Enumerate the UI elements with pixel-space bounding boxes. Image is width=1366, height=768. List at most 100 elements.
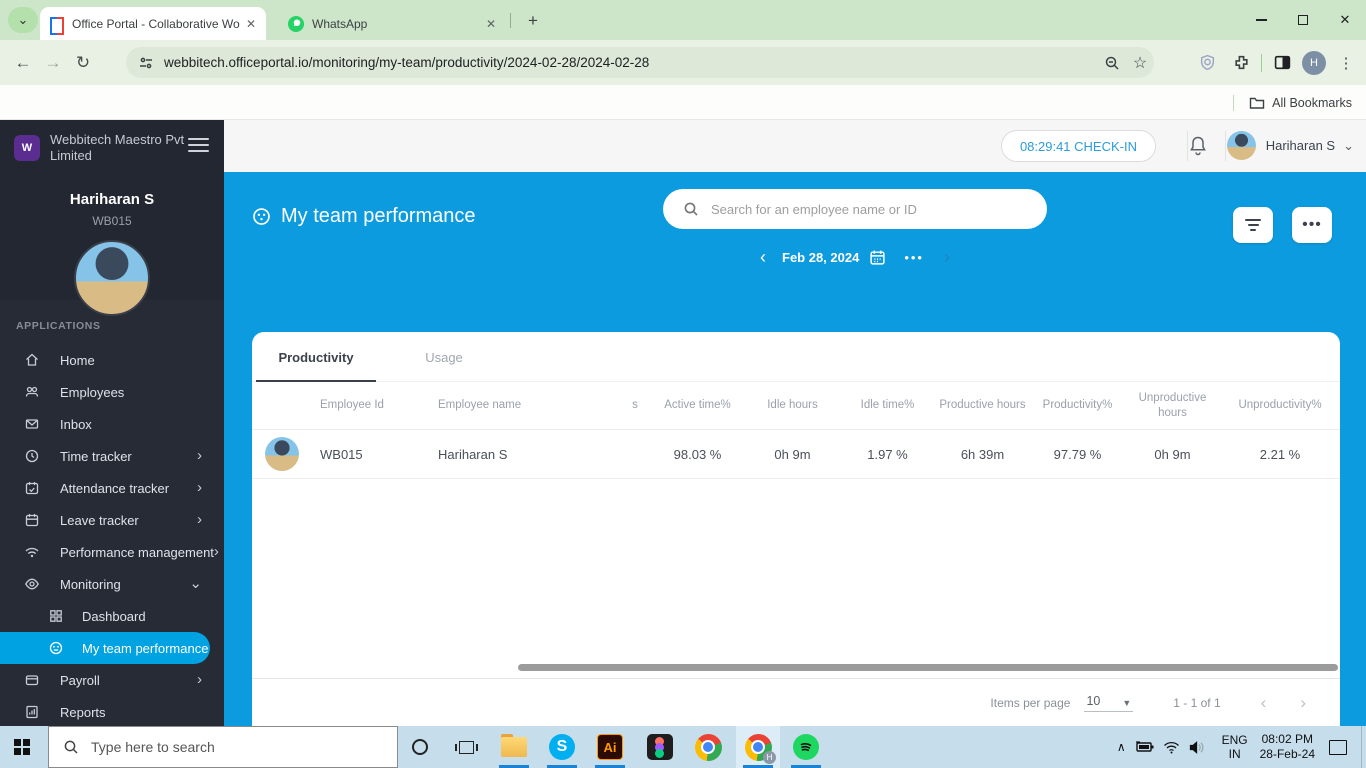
language-indicator[interactable]: ENGIN [1222,733,1248,761]
employee-search-input[interactable] [711,202,1031,217]
sidebar-item-label: Leave tracker [60,513,197,528]
sidebar-toggle-button[interactable] [188,138,209,156]
illustrator-icon: Ai [597,734,623,760]
cell-productivity: 97.79 % [1030,447,1125,462]
spotify-button[interactable] [784,726,828,768]
figma-button[interactable] [638,726,682,768]
sidebar-item-payroll[interactable]: Payroll › [0,664,224,696]
taskbar-clock[interactable]: 08:02 PM28-Feb-24 [1260,732,1315,762]
site-info-icon[interactable] [138,55,154,71]
extensions-icon[interactable] [1227,49,1255,77]
cell-employee-name: Hariharan S [430,447,620,462]
chrome-button[interactable] [686,726,730,768]
page-title: My team performance [281,205,476,228]
calendar-icon[interactable] [869,249,886,266]
sidebar-item-my-team-performance[interactable]: My team performance [0,632,210,664]
horizontal-scrollbar-thumb[interactable] [518,664,1338,671]
cell-idle-time: 1.97 % [840,447,935,462]
bookmark-star-icon[interactable]: ☆ [1126,49,1154,77]
tray-chevron-up-icon[interactable]: ∧ [1117,740,1126,754]
address-bar[interactable]: webbitech.officeportal.io/monitoring/my-… [126,47,1154,78]
sidebar-item-attendance-tracker[interactable]: Attendance tracker › [0,472,224,504]
items-per-page-select[interactable]: 10 ▼ [1084,694,1133,712]
browser-menu-icon[interactable]: ⋮ [1332,49,1360,77]
tab-usage[interactable]: Usage [380,332,508,382]
sidebar-item-reports[interactable]: Reports [0,696,224,726]
company-brand: W Webbitech Maestro Pvt Limited [14,132,190,164]
forward-button[interactable]: → [38,48,68,78]
sidebar-item-label: Inbox [60,417,224,432]
search-icon [683,201,699,217]
notifications-bell-icon[interactable] [1188,135,1208,157]
sidebar-item-label: Home [60,353,224,368]
tab-search-button[interactable]: ⌄ [8,7,38,33]
previous-day-button[interactable]: ‹ [760,248,766,266]
taskbar-search [48,726,398,768]
zoom-icon[interactable] [1098,49,1126,77]
privacy-shield-icon[interactable] [1193,49,1221,77]
sidebar-item-performance-management[interactable]: Performance management › [0,536,224,568]
action-center-icon[interactable] [1329,740,1347,755]
date-navigator: ‹ Feb 28, 2024 ••• › [663,246,1047,268]
all-bookmarks-button[interactable]: All Bookmarks [1233,85,1352,120]
chevron-right-icon: › [197,515,202,525]
sidebar-item-employees[interactable]: Employees [0,376,224,408]
task-view-button[interactable] [444,726,488,768]
selected-date: Feb 28, 2024 [782,250,859,265]
filter-button[interactable] [1233,207,1273,243]
sidebar-item-home[interactable]: Home [0,344,224,376]
file-explorer-button[interactable] [492,726,536,768]
sidebar-item-leave-tracker[interactable]: Leave tracker › [0,504,224,536]
skype-button[interactable]: S [540,726,584,768]
sidebar-user-avatar[interactable] [74,240,150,316]
window-minimize-button[interactable] [1240,0,1282,40]
sidebar-item-time-tracker[interactable]: Time tracker › [0,440,224,472]
cell-idle-hours: 0h 9m [745,447,840,462]
illustrator-button[interactable]: Ai [588,726,632,768]
next-day-button[interactable]: › [944,248,950,266]
tab-close-icon[interactable]: ✕ [486,17,496,31]
tab-close-icon[interactable]: ✕ [246,17,256,31]
column-header-truncated: s [620,398,650,412]
page-title-block: My team performance [252,205,476,228]
window-close-button[interactable]: ✕ [1324,0,1366,40]
next-page-button[interactable]: › [1300,696,1306,710]
inbox-icon [24,416,40,432]
url-text: webbitech.officeportal.io/monitoring/my-… [164,55,1098,70]
cell-active-time: 98.03 % [650,447,745,462]
sidebar-item-dashboard[interactable]: Dashboard [0,600,224,632]
toolbar-separator [1261,54,1262,72]
taskbar-search-input[interactable] [91,739,397,755]
windows-start-button[interactable] [14,739,30,755]
sidebar-item-monitoring[interactable]: Monitoring ⌄ [0,568,224,600]
topbar-user-menu[interactable]: Hariharan S ⌄ [1227,131,1354,160]
show-desktop-button[interactable] [1361,726,1366,768]
performance-icon [24,544,40,560]
caret-down-icon: ▼ [1122,698,1131,708]
check-in-button[interactable]: 08:29:41 CHECK-IN [1001,130,1156,162]
previous-page-button[interactable]: ‹ [1261,696,1267,710]
new-tab-button[interactable]: + [520,8,546,34]
back-button[interactable]: ← [8,48,38,78]
sidebar-user-name: Hariharan S [0,191,224,208]
browser-tab-office-portal[interactable]: Office Portal - Collaborative Wo ✕ [40,7,266,40]
browser-tab-whatsapp[interactable]: WhatsApp ✕ [278,7,506,40]
app-window: W Webbitech Maestro Pvt Limited Harihara… [0,120,1366,726]
wifi-icon[interactable] [1163,741,1180,754]
sidebar-item-inbox[interactable]: Inbox [0,408,224,440]
battery-icon[interactable] [1135,741,1154,753]
side-panel-icon[interactable] [1268,49,1296,77]
volume-icon[interactable] [1189,741,1205,754]
reload-button[interactable]: ↻ [68,48,98,78]
employee-search [663,189,1047,229]
chrome-profile-button[interactable]: H [736,726,780,768]
cortana-button[interactable] [398,726,442,768]
payroll-wallet-icon [24,672,40,688]
cell-unproductivity: 2.21 % [1220,447,1340,462]
date-range-options-button[interactable]: ••• [904,250,924,265]
window-maximize-button[interactable] [1282,0,1324,40]
more-options-button[interactable]: ••• [1292,207,1332,243]
tab-productivity[interactable]: Productivity [252,332,380,382]
browser-profile-avatar[interactable]: H [1302,51,1326,75]
table-row[interactable]: WB015 Hariharan S 98.03 % 0h 9m 1.97 % 6… [252,430,1340,479]
